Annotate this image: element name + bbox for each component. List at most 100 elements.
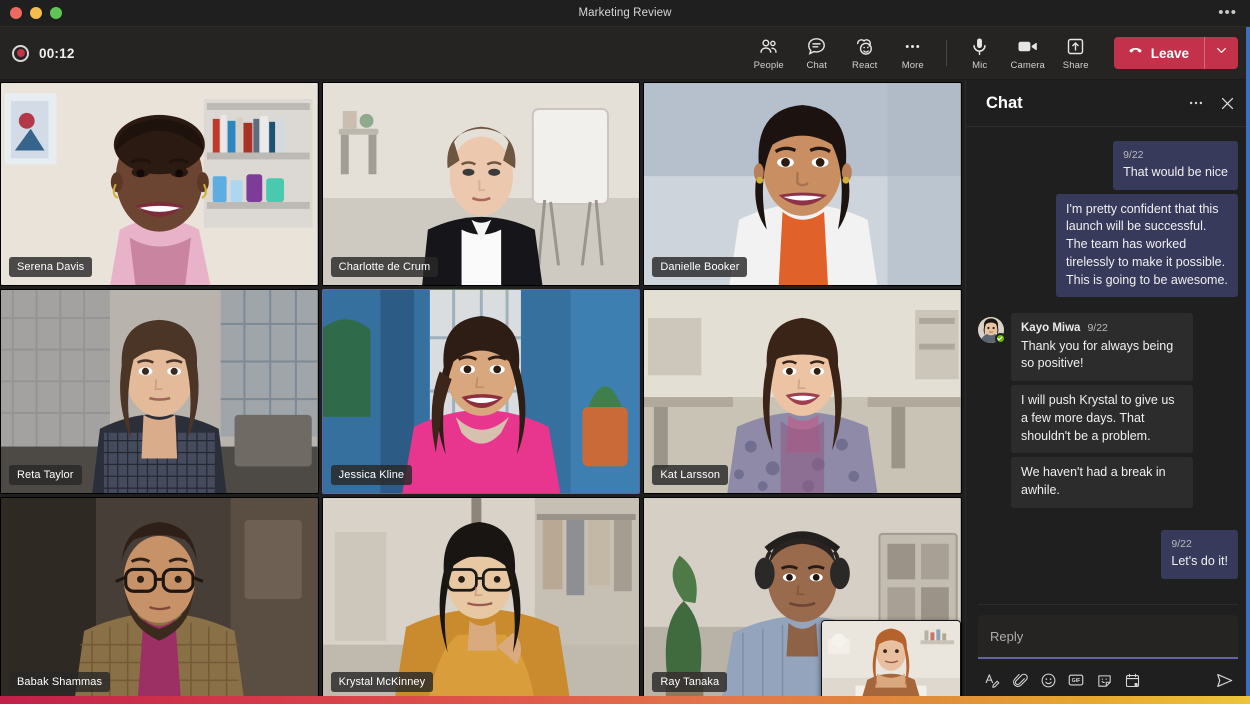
toolbar-divider (945, 40, 947, 66)
video-feed (644, 290, 961, 493)
leave-label: Leave (1150, 45, 1189, 61)
camera-label: Camera (1010, 59, 1045, 71)
video-feed (1, 83, 318, 286)
sticker-icon[interactable] (1090, 668, 1118, 692)
record-icon (12, 44, 29, 62)
compose-toolbar: GIF (978, 659, 1238, 692)
meeting-icon[interactable] (1118, 668, 1146, 692)
svg-text:GIF: GIF (1072, 678, 1082, 684)
minimize-window-button[interactable] (30, 7, 42, 19)
camera-button[interactable]: Camera (1004, 29, 1052, 77)
camera-icon (1016, 36, 1039, 58)
react-label: React (852, 59, 878, 71)
leave-main[interactable]: Leave (1114, 37, 1204, 69)
chat-message-list[interactable]: 9/22 That would be nice I'm pretty confi… (966, 127, 1250, 594)
close-window-button[interactable] (10, 7, 22, 19)
window-edge-gradient (0, 696, 1250, 704)
chat-message-row: Kayo Miwa 9/22 Thank you for always being… (978, 313, 1238, 382)
chat-panel: Chat 9/22 That would be nice I'm pretty … (965, 80, 1250, 704)
people-icon (758, 36, 779, 58)
format-icon[interactable] (978, 668, 1006, 692)
chat-bubble-incoming[interactable]: We haven't had a break in awhile. (1011, 457, 1193, 508)
title-bar: Marketing Review ••• (0, 0, 1250, 27)
chat-icon (806, 36, 827, 58)
compose-divider (978, 604, 1238, 605)
share-label: Share (1062, 59, 1089, 71)
chat-bubble-incoming[interactable]: I will push Krystal to give us a few mor… (1011, 385, 1193, 454)
chat-button[interactable]: Chat (793, 29, 841, 77)
mic-label: Mic (972, 59, 988, 71)
video-tile-active-speaker[interactable]: Jessica Kline (321, 289, 641, 494)
chevron-down-icon (1215, 44, 1228, 62)
attach-icon[interactable] (1006, 668, 1034, 692)
chat-message-row: 9/22 Let's do it! (978, 529, 1238, 579)
participant-name: Ray Tanaka (652, 671, 728, 692)
video-tile[interactable]: Krystal McKinney (321, 496, 641, 701)
video-feed (322, 290, 640, 493)
participant-name: Kat Larsson (652, 464, 729, 485)
emoji-icon[interactable] (1034, 668, 1062, 692)
maximize-window-button[interactable] (50, 7, 62, 19)
chat-message-row: I will push Krystal to give us a few mor… (978, 385, 1238, 454)
video-tile[interactable]: Reta Taylor (0, 289, 319, 494)
chat-bubble-outgoing[interactable]: 9/22 Let's do it! (1161, 529, 1238, 579)
meeting-title: Marketing Review (578, 7, 672, 19)
video-tile[interactable]: Kat Larsson (643, 289, 962, 494)
send-icon[interactable] (1210, 668, 1238, 692)
chat-bubble-outgoing[interactable]: I'm pretty confident that this launch wi… (1056, 193, 1238, 298)
close-icon[interactable] (1219, 95, 1236, 112)
message-meta: Kayo Miwa 9/22 (1021, 320, 1183, 336)
video-feed (1, 497, 318, 700)
participant-name: Jessica Kline (330, 464, 413, 485)
gif-icon[interactable]: GIF (1062, 668, 1090, 692)
chat-panel-title: Chat (986, 93, 1023, 112)
message-text: We haven't had a break in awhile. (1021, 465, 1166, 498)
recording-indicator: 00:12 (0, 44, 75, 62)
recording-timer: 00:12 (39, 45, 75, 61)
reply-input[interactable] (990, 628, 1226, 644)
hangup-icon (1127, 42, 1144, 64)
presence-available-icon (995, 333, 1006, 345)
video-tile[interactable]: Serena Davis (0, 82, 319, 287)
video-tile[interactable]: Babak Shammas (0, 496, 319, 701)
video-feed (644, 83, 961, 286)
toolbar-actions: People Chat React More Mic Camera Share … (745, 29, 1250, 77)
message-sender: Kayo Miwa (1021, 322, 1081, 335)
react-button[interactable]: React (841, 29, 889, 77)
message-text: Let's do it! (1171, 553, 1228, 568)
chat-bubble-incoming[interactable]: Kayo Miwa 9/22 Thank you for always being… (1011, 313, 1193, 382)
window-more-icon[interactable]: ••• (1218, 5, 1250, 20)
participant-name: Krystal McKinney (330, 671, 434, 692)
participant-name: Serena Davis (9, 257, 93, 278)
message-text: I will push Krystal to give us a few mor… (1021, 393, 1175, 443)
ellipsis-icon (902, 36, 923, 58)
self-view-tile[interactable] (821, 620, 961, 700)
video-tile[interactable]: Charlotte de Crum (321, 82, 641, 287)
video-feed (322, 83, 640, 286)
react-icon (854, 36, 875, 58)
leave-button[interactable]: Leave (1113, 37, 1238, 69)
people-label: People (753, 59, 784, 71)
message-text: Thank you for always being so positive! (1021, 338, 1174, 371)
reply-box[interactable] (978, 615, 1238, 659)
video-tile[interactable]: Danielle Booker (643, 82, 962, 287)
people-button[interactable]: People (745, 29, 793, 77)
mic-button[interactable]: Mic (956, 29, 1004, 77)
chat-more-icon[interactable] (1187, 94, 1205, 112)
video-feed (1, 290, 318, 493)
window-controls[interactable] (0, 7, 62, 19)
message-text: That would be nice (1123, 164, 1228, 179)
share-button[interactable]: Share (1052, 29, 1100, 77)
mic-icon (969, 36, 990, 58)
chat-bubble-outgoing[interactable]: 9/22 That would be nice (1113, 141, 1238, 190)
chat-message-row: We haven't had a break in awhile. (978, 457, 1238, 508)
participant-name: Danielle Booker (652, 257, 748, 278)
leave-dropdown-button[interactable] (1205, 37, 1238, 69)
chat-label: Chat (806, 59, 827, 71)
message-timestamp: 9/22 (1123, 149, 1144, 161)
chat-message-row: 9/22 That would be nice (978, 141, 1238, 190)
more-button[interactable]: More (889, 29, 937, 77)
chat-panel-header: Chat (966, 80, 1250, 127)
participant-name: Reta Taylor (9, 464, 82, 485)
avatar-wrap (978, 317, 1006, 345)
